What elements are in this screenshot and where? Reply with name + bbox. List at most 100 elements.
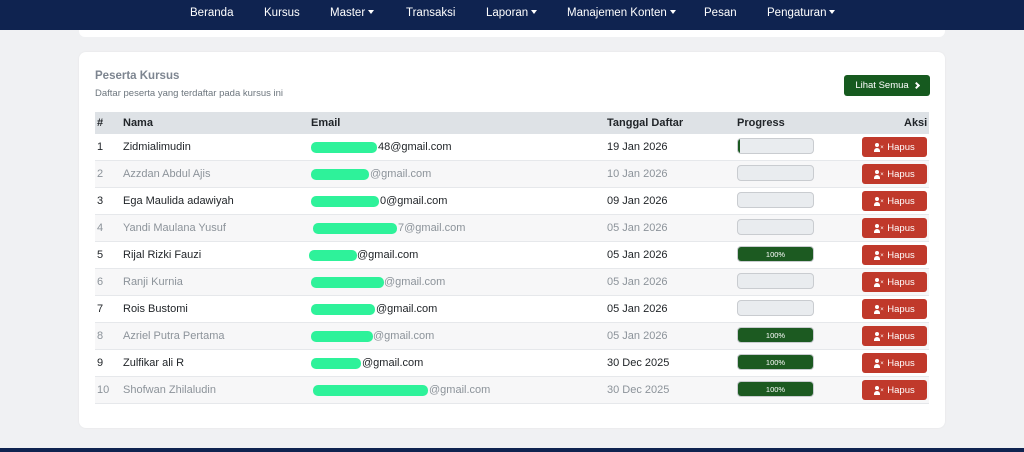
email-redaction: [311, 277, 384, 288]
nav-kursus[interactable]: Kursus: [264, 6, 300, 20]
delete-label: Hapus: [887, 168, 915, 180]
nav-label: Beranda: [190, 7, 234, 19]
delete-button[interactable]: × Hapus: [862, 380, 927, 400]
delete-button[interactable]: × Hapus: [862, 164, 927, 184]
delete-label: Hapus: [887, 249, 915, 261]
user-remove-icon: ×: [874, 385, 884, 395]
email-redaction: [313, 385, 428, 396]
delete-button[interactable]: × Hapus: [862, 272, 927, 292]
registration-date: 05 Jan 2026: [607, 222, 668, 234]
nav-pengaturan[interactable]: Pengaturan: [767, 6, 836, 20]
view-all-button[interactable]: Lihat Semua: [844, 75, 930, 96]
user-remove-icon: ×: [874, 331, 884, 341]
delete-button[interactable]: × Hapus: [862, 299, 927, 319]
email-redaction: [311, 196, 379, 207]
nav-transaksi[interactable]: Transaksi: [406, 6, 455, 20]
participant-name: Rijal Rizki Fauzi: [123, 249, 202, 261]
caret-down-icon: [368, 10, 375, 14]
progress-bar: 100%: [737, 354, 814, 370]
user-head-shape: [875, 169, 880, 174]
progress-bar: [737, 192, 814, 208]
registration-date: 05 Jan 2026: [607, 276, 668, 288]
row-number: 4: [97, 222, 104, 234]
registration-date: 30 Dec 2025: [607, 384, 670, 396]
remove-x-glyph: ×: [880, 225, 884, 232]
user-head-shape: [875, 331, 880, 336]
remove-x-glyph: ×: [880, 387, 884, 394]
participant-name: Zulfikar ali R: [123, 357, 185, 369]
user-remove-icon: ×: [874, 142, 884, 152]
delete-button[interactable]: × Hapus: [862, 245, 927, 265]
progress-bar: 100%: [737, 327, 814, 343]
user-head-shape: [875, 142, 880, 147]
nav-laporan[interactable]: Laporan: [486, 6, 538, 20]
previous-card-edge: [79, 30, 945, 37]
progress-label: [738, 220, 813, 234]
registration-date: 10 Jan 2026: [607, 168, 668, 180]
header-date: Tanggal Daftar: [607, 117, 684, 129]
delete-label: Hapus: [887, 303, 915, 315]
nav-label: Master: [330, 7, 366, 19]
email-redaction: [311, 142, 377, 153]
delete-label: Hapus: [887, 276, 915, 288]
delete-label: Hapus: [887, 357, 915, 369]
caret-down-icon: [829, 10, 836, 14]
row-number: 1: [97, 141, 104, 153]
delete-button[interactable]: × Hapus: [862, 218, 927, 238]
nav-label: Transaksi: [406, 7, 456, 19]
nav-pesan[interactable]: Pesan: [704, 6, 737, 20]
remove-x-glyph: ×: [880, 333, 884, 340]
participant-name: Azzdan Abdul Ajis: [123, 168, 211, 180]
card-title: Peserta Kursus: [95, 70, 180, 82]
progress-label: [738, 301, 813, 315]
participant-name: Ega Maulida adawiyah: [123, 195, 234, 207]
caret-down-icon: [531, 10, 538, 14]
user-remove-icon: ×: [874, 277, 884, 287]
caret-down-icon: [669, 10, 676, 14]
delete-label: Hapus: [887, 330, 915, 342]
chevron-right-icon: [912, 81, 920, 90]
progress-label: 100%: [765, 384, 786, 394]
nav-label: Pesan: [704, 7, 737, 19]
nav-manajemen-konten[interactable]: Manajemen Konten: [567, 6, 676, 20]
user-head-shape: [875, 250, 880, 255]
user-head-shape: [875, 358, 880, 363]
nav-label: Pengaturan: [767, 7, 827, 19]
remove-x-glyph: ×: [880, 198, 884, 205]
user-remove-icon: ×: [874, 304, 884, 314]
user-remove-icon: ×: [874, 196, 884, 206]
delete-label: Hapus: [887, 384, 915, 396]
progress-bar: 100%: [737, 246, 814, 262]
progress-bar: [737, 273, 814, 289]
remove-x-glyph: ×: [880, 144, 884, 151]
user-head-shape: [875, 304, 880, 309]
delete-button[interactable]: × Hapus: [862, 326, 927, 346]
participant-name: Azriel Putra Pertama: [123, 330, 225, 342]
email-redaction: [311, 304, 375, 315]
user-head-shape: [875, 223, 880, 228]
row-number: 9: [97, 357, 104, 369]
delete-label: Hapus: [887, 195, 915, 207]
delete-button[interactable]: × Hapus: [862, 191, 927, 211]
delete-label: Hapus: [887, 222, 915, 234]
progress-label: 100%: [765, 330, 786, 340]
user-head-shape: [875, 277, 880, 282]
header-num: #: [97, 117, 104, 129]
progress-bar: [737, 219, 814, 235]
participant-email: @gmail.com: [373, 330, 435, 342]
row-number: 8: [97, 330, 104, 342]
progress-bar: 100%: [737, 381, 814, 397]
remove-x-glyph: ×: [880, 252, 884, 259]
user-remove-icon: ×: [874, 223, 884, 233]
nav-beranda[interactable]: Beranda: [190, 6, 233, 20]
delete-button[interactable]: × Hapus: [862, 353, 927, 373]
email-redaction: [311, 358, 361, 369]
progress-label: [738, 166, 813, 180]
bottom-bar: [0, 448, 1024, 452]
participant-email: @gmail.com: [357, 249, 419, 261]
nav-master[interactable]: Master: [330, 6, 375, 20]
participant-email: 48@gmail.com: [378, 141, 452, 153]
delete-button[interactable]: × Hapus: [862, 137, 927, 157]
delete-label: Hapus: [887, 141, 915, 153]
header-name: Nama: [123, 117, 153, 129]
